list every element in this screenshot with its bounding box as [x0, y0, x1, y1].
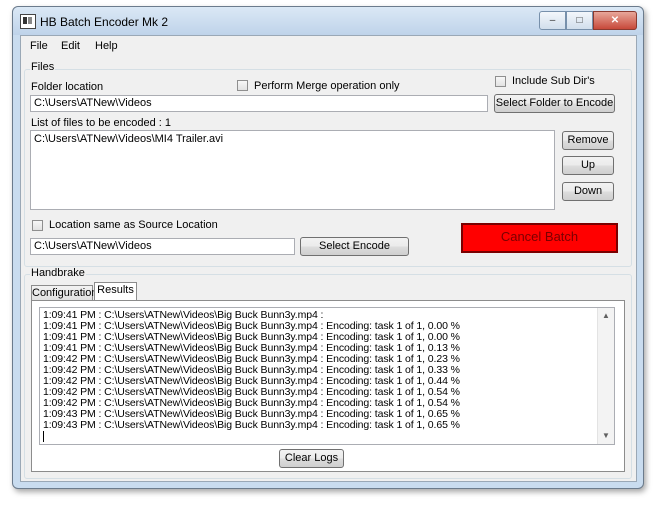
- clear-logs-button[interactable]: Clear Logs: [279, 449, 344, 468]
- close-icon: ✕: [610, 15, 620, 26]
- minimize-icon: –: [549, 15, 556, 26]
- down-button[interactable]: Down: [562, 182, 614, 201]
- merge-checkbox[interactable]: [237, 80, 248, 91]
- scroll-up-icon[interactable]: ▲: [598, 308, 614, 324]
- file-list-item[interactable]: C:\Users\ATNew\Videos\MI4 Trailer.avi: [34, 133, 551, 145]
- handbrake-group-label: Handbrake: [30, 267, 86, 279]
- results-panel: 1:09:41 PM : C:\Users\ATNew\Videos\Big B…: [31, 300, 625, 472]
- cancel-batch-button[interactable]: Cancel Batch: [461, 223, 618, 253]
- up-button[interactable]: Up: [562, 156, 614, 175]
- log-line: 1:09:43 PM : C:\Users\ATNew\Videos\Big B…: [43, 419, 460, 431]
- window-controls: – □ ✕: [539, 11, 637, 30]
- menu-bar: File Edit Help: [21, 36, 636, 56]
- select-folder-button[interactable]: Select Folder to Encode: [494, 94, 615, 113]
- title-bar[interactable]: HB Batch Encoder Mk 2 – □ ✕: [13, 7, 643, 35]
- location-same-checkbox[interactable]: [32, 220, 43, 231]
- maximize-icon: □: [576, 15, 583, 26]
- remove-button[interactable]: Remove: [562, 131, 614, 150]
- log-scrollbar[interactable]: ▲ ▼: [597, 308, 614, 444]
- close-button[interactable]: ✕: [593, 11, 637, 30]
- subdirs-checkbox[interactable]: [495, 76, 506, 87]
- window-title: HB Batch Encoder Mk 2: [40, 15, 169, 29]
- text-caret: [43, 431, 44, 442]
- select-encode-button[interactable]: Select Encode: [300, 237, 409, 256]
- client-area: File Edit Help Files Folder location Per…: [20, 35, 637, 482]
- subdirs-label: Include Sub Dir's: [512, 75, 595, 87]
- log-lines: 1:09:41 PM : C:\Users\ATNew\Videos\Big B…: [43, 310, 460, 444]
- menu-file[interactable]: File: [30, 40, 48, 52]
- log-caret-line: [43, 431, 460, 444]
- files-group-label: Files: [30, 61, 56, 73]
- merge-label: Perform Merge operation only: [254, 80, 400, 92]
- file-list-label: List of files to be encoded : 1: [31, 117, 172, 129]
- output-location-input[interactable]: C:\Users\ATNew\Videos: [30, 238, 295, 255]
- minimize-button[interactable]: –: [539, 11, 566, 30]
- app-window: HB Batch Encoder Mk 2 – □ ✕ File Edit He…: [12, 6, 644, 489]
- app-icon: [20, 14, 36, 29]
- scroll-down-icon[interactable]: ▼: [598, 428, 614, 444]
- maximize-button[interactable]: □: [566, 11, 593, 30]
- folder-location-input[interactable]: C:\Users\ATNew\Videos: [30, 95, 488, 112]
- menu-edit[interactable]: Edit: [61, 40, 80, 52]
- location-same-label: Location same as Source Location: [49, 219, 218, 231]
- log-output[interactable]: 1:09:41 PM : C:\Users\ATNew\Videos\Big B…: [39, 307, 615, 445]
- menu-help[interactable]: Help: [95, 40, 118, 52]
- file-list[interactable]: C:\Users\ATNew\Videos\MI4 Trailer.avi: [30, 130, 555, 210]
- tab-results[interactable]: Results: [94, 282, 137, 301]
- folder-location-label: Folder location: [31, 81, 104, 93]
